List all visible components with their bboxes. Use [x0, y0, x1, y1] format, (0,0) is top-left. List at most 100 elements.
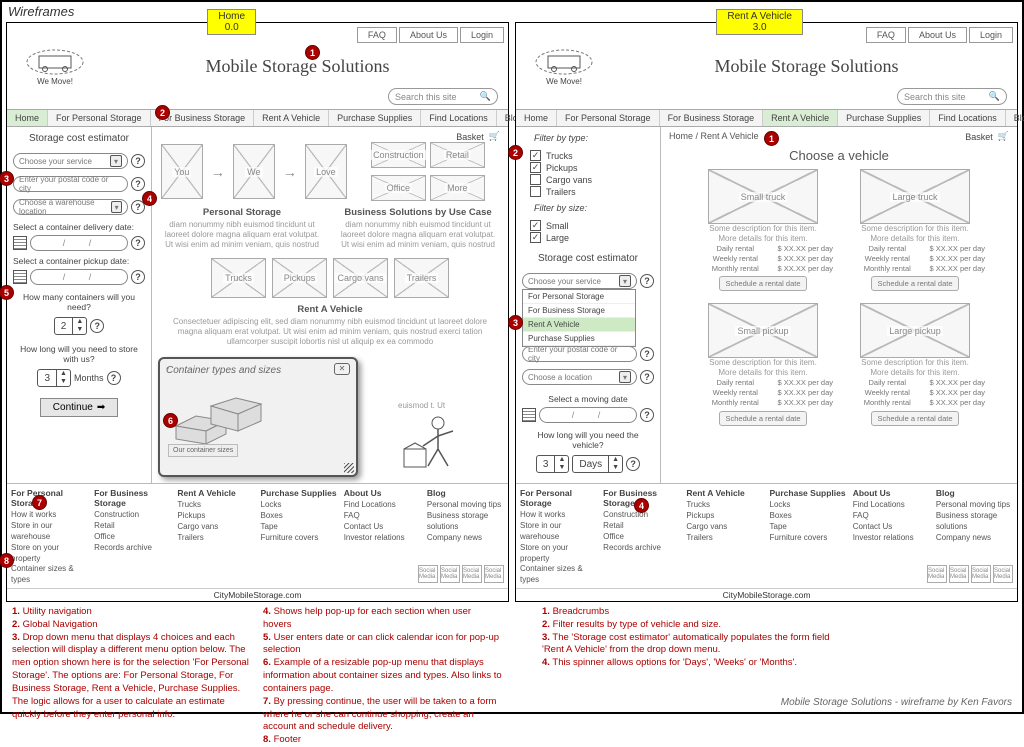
footer-link[interactable]: Store on your property: [11, 543, 88, 565]
help-icon[interactable]: ?: [626, 457, 640, 471]
help-icon[interactable]: ?: [131, 177, 145, 191]
social-icon[interactable]: Social Media: [484, 565, 504, 583]
footer-link[interactable]: Store in our warehouse: [11, 521, 88, 543]
filter-row[interactable]: ✓Large: [530, 232, 654, 243]
dropdown-option[interactable]: For Personal Storage: [523, 290, 635, 304]
calendar-icon[interactable]: [13, 236, 27, 250]
footer-link[interactable]: Contact Us: [344, 522, 421, 533]
footer-link[interactable]: Personal moving tips: [936, 500, 1013, 511]
moving-date-input[interactable]: / /: [539, 407, 637, 423]
service-dropdown[interactable]: Choose your service ▾: [13, 153, 128, 169]
footer-link[interactable]: Trailers: [177, 533, 254, 544]
service-dropdown[interactable]: Choose your service ▾: [522, 273, 637, 289]
footer-link[interactable]: Records archive: [603, 543, 680, 554]
nav-personal[interactable]: For Personal Storage: [557, 110, 660, 126]
social-icon[interactable]: Social Media: [971, 565, 991, 583]
schedule-button[interactable]: Schedule a rental date: [719, 411, 806, 426]
help-icon[interactable]: ?: [640, 274, 654, 288]
containers-spinner[interactable]: 2 ▲▼: [54, 317, 88, 335]
dropdown-option[interactable]: For Business Storage: [523, 304, 635, 318]
footer-link[interactable]: Find Locations: [344, 500, 421, 511]
footer-link[interactable]: Business storage solutions: [936, 511, 1013, 533]
chevron-up-icon[interactable]: ▲: [609, 456, 622, 464]
footer-link[interactable]: How it works: [11, 510, 88, 521]
chevron-up-icon[interactable]: ▲: [555, 456, 568, 464]
vehicle-tile[interactable]: Pickups: [272, 258, 327, 298]
footer-link[interactable]: Boxes: [770, 511, 847, 522]
duration-spinner[interactable]: 3 ▲▼: [37, 369, 71, 387]
social-icon[interactable]: Social Media: [949, 565, 969, 583]
footer-link[interactable]: FAQ: [853, 511, 930, 522]
util-about[interactable]: About Us: [908, 27, 967, 43]
biz-tile[interactable]: Office: [371, 175, 426, 201]
social-icon[interactable]: Social Media: [418, 565, 438, 583]
chevron-up-icon[interactable]: ▲: [73, 318, 86, 326]
unit-spinner[interactable]: Days ▲▼: [572, 455, 623, 473]
footer-link[interactable]: Furniture covers: [770, 533, 847, 544]
nav-locations[interactable]: Find Locations: [930, 110, 1006, 126]
util-login[interactable]: Login: [969, 27, 1013, 43]
chevron-down-icon[interactable]: ▼: [555, 464, 568, 472]
footer-link[interactable]: Store on your property: [520, 543, 597, 565]
footer-link[interactable]: Business storage solutions: [427, 511, 504, 533]
checkbox-icon[interactable]: ✓: [530, 232, 541, 243]
filter-row[interactable]: Cargo vans: [530, 174, 654, 185]
footer-link[interactable]: Investor relations: [853, 533, 930, 544]
resize-grip-icon[interactable]: [344, 463, 354, 473]
footer-link[interactable]: Tape: [770, 522, 847, 533]
footer-link[interactable]: Company news: [427, 533, 504, 544]
help-icon[interactable]: ?: [640, 370, 654, 384]
search-input[interactable]: Search this site 🔍: [388, 88, 498, 105]
footer-link[interactable]: Retail: [603, 521, 680, 532]
footer-link[interactable]: Container sizes & types: [11, 564, 88, 586]
footer-link[interactable]: Office: [603, 532, 680, 543]
breadcrumb[interactable]: Home / Rent A Vehicle: [669, 131, 759, 142]
schedule-button[interactable]: Schedule a rental date: [871, 411, 958, 426]
footer-link[interactable]: Office: [94, 532, 171, 543]
help-icon[interactable]: ?: [90, 319, 104, 333]
util-faq[interactable]: FAQ: [357, 27, 397, 43]
footer-link[interactable]: Construction: [94, 510, 171, 521]
help-icon[interactable]: ?: [640, 347, 654, 361]
footer-link[interactable]: Trailers: [686, 533, 763, 544]
search-input[interactable]: Search this site 🔍: [897, 88, 1007, 105]
footer-link[interactable]: Pickups: [686, 511, 763, 522]
warehouse-dropdown[interactable]: Choose a warehouse location ▾: [13, 199, 128, 215]
chevron-down-icon[interactable]: ▼: [609, 464, 622, 472]
location-dropdown[interactable]: Choose a location▾: [522, 369, 637, 385]
util-faq[interactable]: FAQ: [866, 27, 906, 43]
help-icon[interactable]: ?: [107, 371, 121, 385]
nav-business[interactable]: For Business Storage: [660, 110, 764, 126]
util-login[interactable]: Login: [460, 27, 504, 43]
footer-link[interactable]: Container sizes & types: [520, 564, 597, 586]
footer-link[interactable]: Company news: [936, 533, 1013, 544]
social-icon[interactable]: Social Media: [462, 565, 482, 583]
chevron-up-icon[interactable]: ▲: [57, 370, 70, 378]
footer-link[interactable]: Cargo vans: [686, 522, 763, 533]
calendar-icon[interactable]: [522, 408, 536, 422]
checkbox-icon[interactable]: [530, 174, 541, 185]
pickup-date-input[interactable]: / /: [30, 269, 128, 285]
footer-link[interactable]: Contact Us: [853, 522, 930, 533]
vehicle-tile[interactable]: Cargo vans: [333, 258, 388, 298]
postal-input[interactable]: Enter your postal code or city: [13, 176, 128, 192]
checkbox-icon[interactable]: ✓: [530, 150, 541, 161]
help-icon[interactable]: ?: [640, 408, 654, 422]
biz-tile[interactable]: Retail: [430, 142, 485, 168]
nav-supplies[interactable]: Purchase Supplies: [329, 110, 421, 126]
help-icon[interactable]: ?: [131, 154, 145, 168]
social-icon[interactable]: Social Media: [927, 565, 947, 583]
nav-home[interactable]: Home: [7, 110, 48, 126]
dropdown-option-selected[interactable]: Rent A Vehicle: [523, 318, 635, 332]
footer-link[interactable]: Tape: [261, 522, 338, 533]
container-popup[interactable]: ◦ ✕ Container types and sizes Our contai…: [158, 357, 358, 477]
duration-spinner[interactable]: 3 ▲▼: [536, 455, 570, 473]
cart-icon[interactable]: 🛒: [998, 131, 1009, 142]
postal-input[interactable]: Enter your postal code or city: [522, 346, 637, 362]
footer-link[interactable]: Find Locations: [853, 500, 930, 511]
filter-row[interactable]: ✓Pickups: [530, 162, 654, 173]
cart-icon[interactable]: 🛒: [489, 131, 500, 142]
vehicle-tile[interactable]: Trailers: [394, 258, 449, 298]
footer-link[interactable]: How it works: [520, 510, 597, 521]
nav-supplies[interactable]: Purchase Supplies: [838, 110, 930, 126]
